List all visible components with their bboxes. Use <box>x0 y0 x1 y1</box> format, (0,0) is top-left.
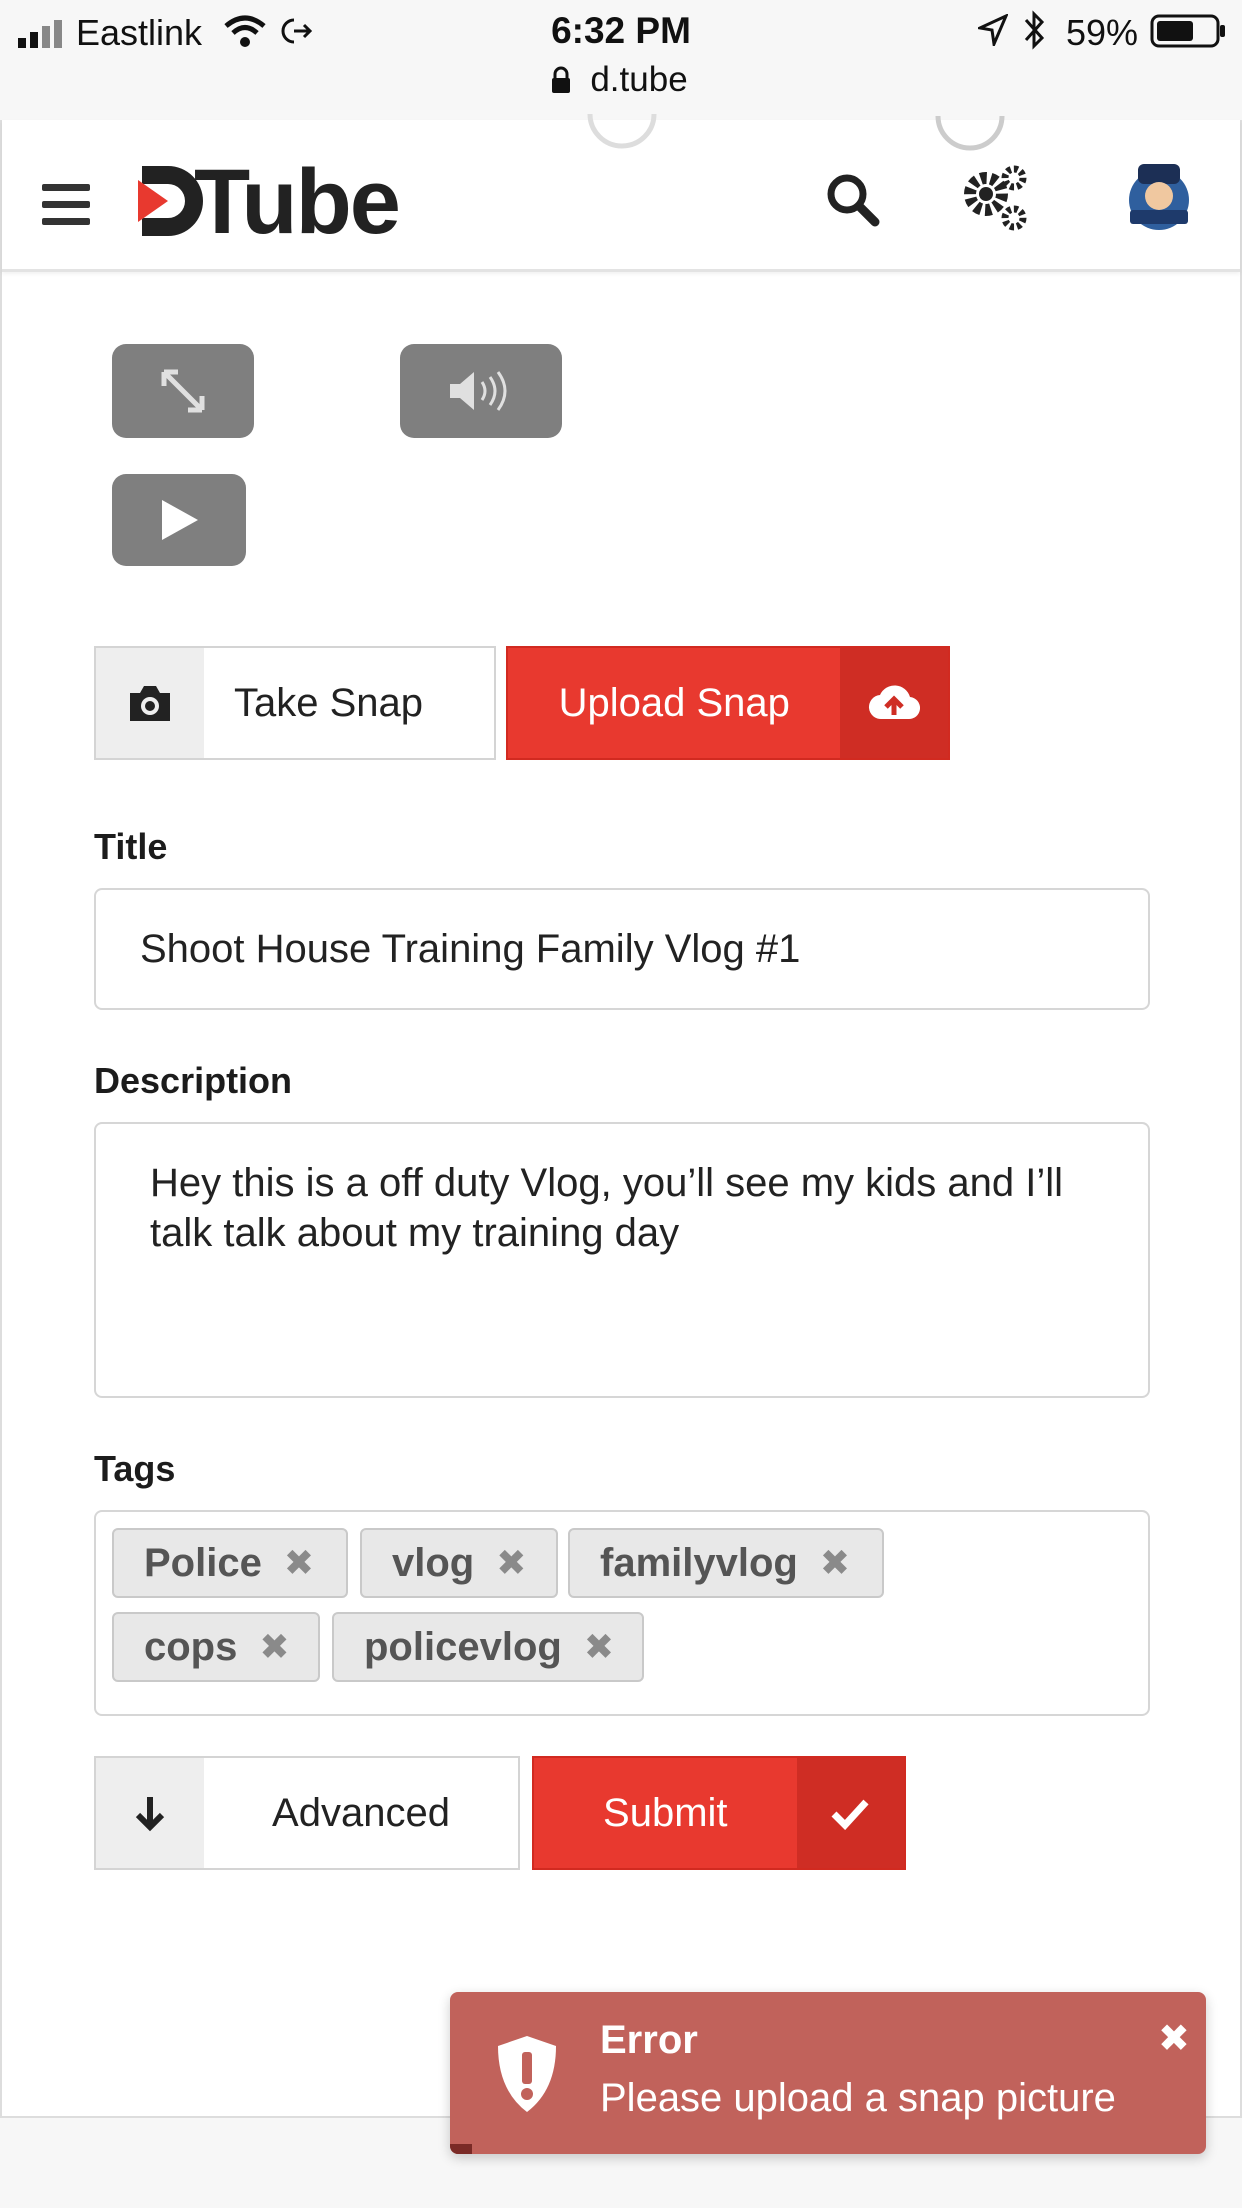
tag-label: familyvlog <box>600 1540 798 1585</box>
menu-icon[interactable] <box>42 184 90 226</box>
url-text[interactable]: d.tube <box>0 60 1242 100</box>
bluetooth-icon <box>1024 10 1045 50</box>
page-content: Tube Take Snap Upload Snap Title Shoot H… <box>0 113 1242 2118</box>
loading-spinner-icon <box>587 113 657 149</box>
status-bar: Eastlink 6:32 PM d.tube 59% <box>0 0 1242 120</box>
location-icon <box>978 14 1008 46</box>
logo-text[interactable]: Tube <box>194 150 401 255</box>
fullscreen-button[interactable] <box>112 344 254 438</box>
toast-message: Please upload a snap picture <box>600 2076 1116 2120</box>
tag-remove-icon[interactable]: ✖ <box>820 1542 850 1584</box>
battery-percent: 59% <box>1066 12 1139 53</box>
description-value: Hey this is a off duty Vlog, you’ll see … <box>150 1161 1064 1255</box>
tag-chip[interactable]: vlog ✖ <box>360 1528 558 1598</box>
volume-button[interactable] <box>400 344 562 438</box>
arrow-down-icon <box>96 1758 204 1868</box>
search-icon[interactable] <box>825 172 881 228</box>
checkmark-icon <box>796 1758 904 1868</box>
advanced-label: Advanced <box>272 1790 450 1835</box>
tag-chip[interactable]: familyvlog ✖ <box>568 1528 884 1598</box>
clock: 6:32 PM <box>551 10 691 51</box>
tag-chip[interactable]: Police ✖ <box>112 1528 348 1598</box>
description-label: Description <box>94 1060 293 1101</box>
fullscreen-icon <box>161 369 205 413</box>
tag-label: vlog <box>392 1540 475 1585</box>
tag-chip[interactable]: cops ✖ <box>112 1612 320 1682</box>
shield-alert-icon <box>498 2036 556 2112</box>
submit-button[interactable]: Submit <box>532 1756 906 1870</box>
avatar[interactable] <box>1126 156 1192 240</box>
toast-progress-bar <box>450 2144 472 2154</box>
error-toast: Error Please upload a snap picture ✖ <box>450 1992 1206 2154</box>
tags-label: Tags <box>94 1448 176 1489</box>
camera-icon <box>96 648 204 758</box>
close-icon[interactable]: ✖ <box>1158 2016 1190 2061</box>
play-icon <box>162 500 198 540</box>
tag-label: Police <box>144 1540 262 1585</box>
tag-label: cops <box>144 1624 238 1669</box>
toast-title: Error <box>600 2018 698 2062</box>
title-input[interactable]: Shoot House Training Family Vlog #1 <box>94 888 1150 1010</box>
title-input-value: Shoot House Training Family Vlog #1 <box>140 926 801 971</box>
loading-spinner-icon <box>935 115 1005 151</box>
play-button[interactable] <box>112 474 246 566</box>
upload-snap-button[interactable]: Upload Snap <box>506 646 950 760</box>
tag-remove-icon[interactable]: ✖ <box>496 1542 526 1584</box>
tag-remove-icon[interactable]: ✖ <box>584 1626 614 1668</box>
volume-icon <box>450 371 507 411</box>
gears-icon[interactable] <box>960 164 1030 234</box>
tag-chip[interactable]: policevlog ✖ <box>332 1612 644 1682</box>
tag-remove-icon[interactable]: ✖ <box>284 1542 314 1584</box>
advanced-button[interactable]: Advanced <box>94 1756 520 1870</box>
upload-snap-label: Upload Snap <box>558 680 790 725</box>
description-textarea[interactable]: Hey this is a off duty Vlog, you’ll see … <box>94 1122 1150 1398</box>
cloud-upload-icon <box>840 648 948 758</box>
tag-label: policevlog <box>364 1624 562 1669</box>
battery-icon <box>1150 14 1225 48</box>
take-snap-button[interactable]: Take Snap <box>94 646 496 760</box>
submit-label: Submit <box>603 1790 728 1835</box>
title-label: Title <box>94 826 168 867</box>
take-snap-label: Take Snap <box>234 680 424 725</box>
tag-remove-icon[interactable]: ✖ <box>259 1626 289 1668</box>
